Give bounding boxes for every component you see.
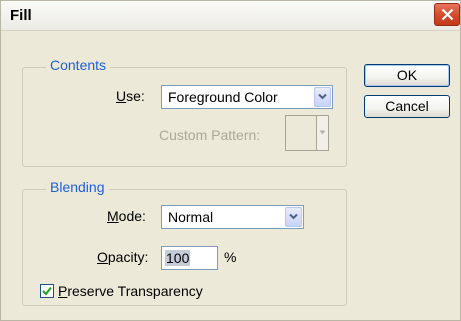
chevron-down-icon [319,130,326,135]
mode-dropdown[interactable]: Normal [161,205,304,229]
chevron-down-icon [318,93,327,100]
opacity-label: Opacity: [97,249,149,265]
close-button[interactable] [434,3,460,26]
mode-label: Mode: [107,208,146,224]
ok-button[interactable]: OK [364,64,450,87]
mode-dropdown-value: Normal [168,209,214,225]
custom-pattern-label: Custom Pattern: [159,127,261,143]
fill-dialog: Fill Contents Use: Foreground Color Cust… [0,0,461,321]
preserve-transparency-label[interactable]: Preserve Transparency [58,283,203,299]
checkmark-icon [42,286,52,296]
use-dropdown[interactable]: Foreground Color [161,85,333,109]
cancel-button[interactable]: Cancel [364,95,450,118]
use-label: Use: [116,88,145,104]
mode-dropdown-arrow[interactable] [285,207,302,227]
preserve-transparency-checkbox[interactable] [40,284,54,298]
close-icon [441,8,454,21]
use-dropdown-value: Foreground Color [168,89,278,105]
custom-pattern-arrow [316,116,328,150]
opacity-value: 100 [165,250,191,266]
opacity-unit: % [224,249,237,265]
blending-legend: Blending [46,179,109,195]
chevron-down-icon [289,213,298,220]
contents-legend: Contents [46,57,111,73]
use-dropdown-arrow[interactable] [314,87,331,107]
window-title: Fill [10,7,32,24]
opacity-input[interactable]: 100 [161,246,218,270]
title-bar[interactable]: Fill [1,1,460,31]
custom-pattern-picker [285,115,329,151]
